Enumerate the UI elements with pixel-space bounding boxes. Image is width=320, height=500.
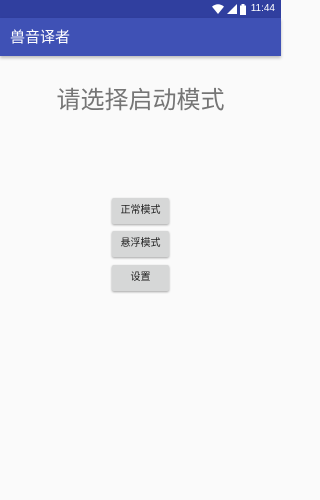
status-icons: 11:44 (211, 2, 275, 16)
battery-icon (239, 3, 246, 15)
app-bar: 兽音译者 (0, 18, 281, 56)
normal-mode-button[interactable]: 正常模式 (112, 198, 169, 224)
main-content: 请选择启动模式 正常模式 悬浮模式 设置 (0, 56, 281, 500)
app-title: 兽音译者 (10, 28, 71, 46)
floating-mode-button[interactable]: 悬浮模式 (112, 231, 169, 257)
status-time: 11:44 (250, 3, 275, 14)
cellular-signal-icon (226, 4, 237, 14)
wifi-icon (211, 4, 224, 14)
status-bar: 11:44 (0, 0, 281, 18)
settings-button[interactable]: 设置 (112, 265, 169, 291)
page-title: 请选择启动模式 (56, 86, 225, 114)
